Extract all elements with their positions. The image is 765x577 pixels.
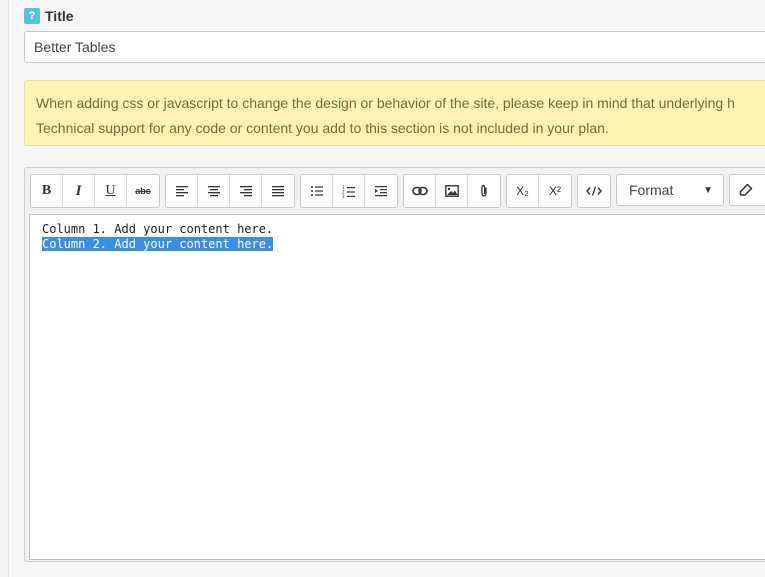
link-button[interactable] [404,175,436,207]
format-dropdown-label: Format [629,182,674,198]
title-field-header: ? Title [24,7,74,25]
image-icon [444,185,459,197]
align-center-icon [207,186,220,197]
chevron-down-icon: ▼ [703,184,713,196]
strikethrough-button[interactable]: abc [127,175,159,207]
warning-line-2: Technical support for any code or conten… [36,120,609,136]
bullet-list-icon [310,186,323,196]
code-icon [586,186,602,196]
list-group: 123 [300,174,398,208]
warning-line-1: When adding css or javascript to change … [36,95,735,111]
italic-icon: I [75,182,82,199]
underline-button[interactable]: U [95,175,127,207]
indent-button[interactable] [365,175,397,207]
script-group: X₂ X² [506,174,572,208]
content-line-2: Column 2. Add your content here. [42,237,765,252]
title-label: Title [45,8,74,24]
content-line-1: Column 1. Add your content here. [42,222,765,237]
image-button[interactable] [436,175,468,207]
svg-text:3: 3 [342,194,345,198]
code-group [577,174,611,208]
alignment-group [165,174,295,208]
align-justify-icon [272,186,284,197]
editor-toolbar: B I U abc 1 2 3 X₂ X² Format ▼ [30,174,765,208]
subscript-icon: X₂ [516,184,529,198]
align-left-icon [175,186,188,197]
attachment-icon [481,185,487,197]
bullet-list-button[interactable] [301,175,333,207]
numbered-list-icon: 123 [342,185,355,198]
help-icon[interactable]: ? [24,8,40,24]
rich-text-editor: B I U abc 1 2 3 X₂ X² Format ▼ Column 1.… [24,167,765,562]
editor-content-area[interactable]: Column 1. Add your content here. Column … [29,214,765,560]
bold-button[interactable]: B [31,175,63,207]
align-right-icon [239,186,252,197]
insert-group [403,174,501,208]
clear-format-button[interactable] [729,174,765,206]
align-justify-button[interactable] [262,175,294,207]
eraser-icon [739,183,753,196]
format-dropdown[interactable]: Format ▼ [616,174,724,206]
bold-icon: B [41,183,52,198]
numbered-list-button[interactable]: 123 [333,175,365,207]
strikethrough-icon: abc [135,186,151,196]
content-text-1: Column 1. Add your content here. [42,222,274,236]
subscript-button[interactable]: X₂ [507,175,539,207]
align-right-button[interactable] [230,175,262,207]
underline-icon: U [105,183,116,198]
align-center-button[interactable] [198,175,230,207]
superscript-button[interactable]: X² [539,175,571,207]
align-left-button[interactable] [166,175,198,207]
title-input[interactable] [24,31,765,63]
link-icon [411,186,428,196]
attachment-button[interactable] [468,175,500,207]
italic-button[interactable]: I [63,175,95,207]
selected-content-text: Column 2. Add your content here. [42,237,274,251]
code-view-button[interactable] [578,175,610,207]
text-style-group: B I U abc [30,174,160,208]
indent-icon [375,186,387,197]
superscript-icon: X² [549,184,561,198]
warning-notice: When adding css or javascript to change … [24,80,765,146]
